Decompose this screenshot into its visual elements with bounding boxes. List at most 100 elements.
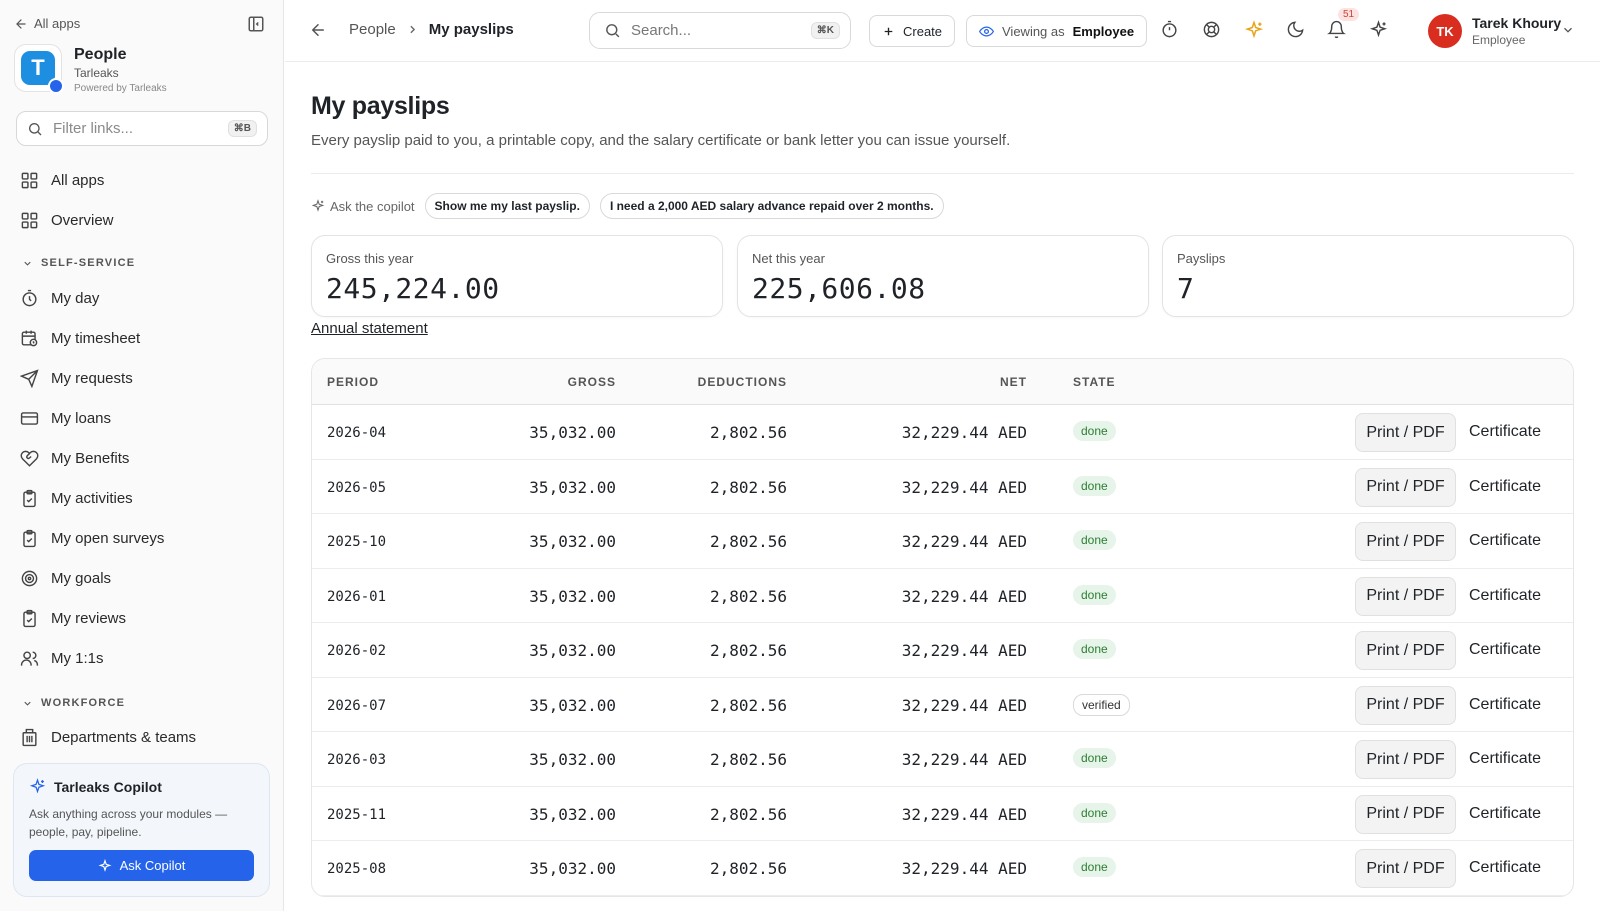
print-pdf-button[interactable]: Print / PDF — [1355, 631, 1456, 670]
cell-net: 32,229.44 AED — [901, 641, 1027, 660]
create-button[interactable]: Create — [869, 15, 956, 47]
status-badge: done — [1073, 421, 1116, 441]
breadcrumb: People My payslips — [349, 21, 514, 38]
column-gross[interactable]: GROSS — [550, 375, 616, 389]
notifications-button[interactable] — [1327, 20, 1349, 42]
table-row[interactable]: 2026-07 35,032.00 2,802.56 32,229.44 AED… — [312, 678, 1573, 732]
cell-period: 2026-07 — [327, 697, 387, 714]
nav-item-label: My day — [51, 289, 100, 307]
column-deductions[interactable]: DEDUCTIONS — [692, 375, 787, 389]
column-net[interactable]: NET — [972, 375, 1027, 389]
search-input[interactable]: Search... ⌘K — [589, 12, 851, 49]
cell-gross: 35,032.00 — [529, 477, 616, 497]
certificate-button[interactable]: Certificate — [1469, 805, 1541, 823]
certificate-button[interactable]: Certificate — [1469, 750, 1541, 768]
user-menu[interactable]: Tarek Khoury Employee — [1472, 15, 1561, 47]
status-badge: done — [1073, 639, 1116, 659]
help-button[interactable] — [1202, 20, 1224, 42]
back-to-all-apps-link[interactable]: All apps — [14, 16, 80, 31]
nav-item-my-requests[interactable]: My requests — [20, 366, 133, 390]
certificate-button[interactable]: Certificate — [1469, 587, 1541, 605]
cell-net: 32,229.44 AED — [901, 859, 1027, 878]
copilot-button[interactable] — [1369, 20, 1391, 42]
cell-gross: 35,032.00 — [529, 859, 616, 878]
filter-links-input[interactable]: Filter links... ⌘B — [16, 111, 268, 146]
cell-gross: 35,032.00 — [529, 804, 616, 824]
table-row[interactable]: 2025-08 35,032.00 2,802.56 32,229.44 AED… — [312, 841, 1573, 896]
cell-period: 2025-08 — [327, 861, 387, 877]
user-menu-toggle[interactable] — [1561, 23, 1575, 37]
certificate-button[interactable]: Certificate — [1469, 696, 1541, 714]
clipboard-check-icon — [23, 489, 36, 507]
table-row[interactable]: 2026-02 35,032.00 2,802.56 32,229.44 AED… — [312, 623, 1573, 678]
avatar[interactable]: TK — [1428, 14, 1462, 48]
section-workforce-toggle[interactable]: WORKFORCE — [22, 697, 125, 709]
viewing-as-button[interactable]: Viewing as Employee — [966, 15, 1148, 47]
copilot-card: Tarleaks Copilot Ask anything across you… — [13, 763, 270, 897]
ask-copilot-label: Ask Copilot — [119, 858, 186, 873]
nav-item-all-apps[interactable]: All apps — [20, 168, 104, 192]
nav-item-my-day[interactable]: My day — [20, 286, 99, 310]
status-badge: done — [1073, 857, 1116, 877]
table-row[interactable]: 2026-05 35,032.00 2,802.56 32,229.44 AED… — [312, 460, 1573, 514]
print-pdf-button[interactable]: Print / PDF — [1355, 685, 1456, 725]
suggestion-chip[interactable]: Show me my last payslip. — [424, 193, 590, 219]
print-pdf-button[interactable]: Print / PDF — [1355, 794, 1456, 834]
nav-item-my-reviews[interactable]: My reviews — [20, 606, 126, 630]
annual-statement-link[interactable]: Annual statement — [311, 320, 428, 337]
nav-item-my-benefits[interactable]: My Benefits — [20, 446, 129, 470]
cell-deductions: 2,802.56 — [709, 750, 787, 769]
ask-copilot-text: Ask the copilot — [330, 198, 415, 214]
status-badge: done — [1073, 530, 1116, 550]
certificate-button[interactable]: Certificate — [1469, 478, 1541, 496]
table-row[interactable]: 2025-10 35,032.00 2,802.56 32,229.44 AED… — [312, 514, 1573, 569]
table-row[interactable]: 2025-11 35,032.00 2,802.56 32,229.44 AED… — [312, 787, 1573, 841]
nav-item-my-timesheet[interactable]: My timesheet — [20, 326, 140, 350]
nav-item-my-open-surveys[interactable]: My open surveys — [20, 526, 164, 550]
collapse-sidebar-button[interactable] — [247, 15, 267, 35]
nav-item-my-activities[interactable]: My activities — [20, 486, 133, 510]
certificate-button[interactable]: Certificate — [1469, 532, 1541, 550]
section-self-service-toggle[interactable]: SELF-SERVICE — [22, 257, 135, 269]
app-name: People — [74, 46, 127, 63]
table-row[interactable]: 2026-03 35,032.00 2,802.56 32,229.44 AED… — [312, 732, 1573, 787]
print-pdf-button[interactable]: Print / PDF — [1355, 740, 1456, 779]
table-row[interactable]: 2026-04 35,032.00 2,802.56 32,229.44 AED… — [312, 405, 1573, 460]
nav-item-my-goals[interactable]: My goals — [20, 566, 111, 590]
certificate-button[interactable]: Certificate — [1469, 859, 1541, 877]
back-button[interactable] — [309, 21, 327, 39]
stat-value: 7 — [1177, 272, 1195, 305]
breadcrumb-people[interactable]: People — [349, 21, 396, 38]
print-pdf-button[interactable]: Print / PDF — [1355, 522, 1456, 561]
nav-item-overview[interactable]: Overview — [20, 208, 114, 232]
timer-button[interactable] — [1160, 20, 1182, 42]
certificate-button[interactable]: Certificate — [1469, 641, 1541, 659]
target-icon — [21, 570, 38, 586]
heart-handshake-icon — [20, 450, 39, 467]
table-row[interactable]: 2026-01 35,032.00 2,802.56 32,229.44 AED… — [312, 569, 1573, 623]
cell-deductions: 2,802.56 — [709, 695, 787, 715]
nav-item-my-1on1s[interactable]: My 1:1s — [20, 646, 104, 670]
print-pdf-button[interactable]: Print / PDF — [1355, 467, 1456, 507]
status-badge: done — [1073, 802, 1116, 823]
print-pdf-button[interactable]: Print / PDF — [1355, 413, 1456, 452]
nav-item-label: My 1:1s — [51, 649, 104, 667]
stat-label: Payslips — [1177, 251, 1226, 266]
certificate-button[interactable]: Certificate — [1469, 423, 1541, 441]
nav-item-my-loans[interactable]: My loans — [20, 406, 111, 430]
cell-net: 32,229.44 AED — [901, 532, 1027, 551]
arrow-left-icon — [311, 24, 324, 36]
nav-item-label: My timesheet — [51, 329, 141, 347]
nav-item-departments-teams[interactable]: Departments & teams — [20, 725, 196, 749]
payslips-table: PERIOD GROSS DEDUCTIONS NET STATE 2026-0… — [311, 358, 1574, 897]
ai-sparkle-button[interactable] — [1244, 20, 1266, 42]
chevron-right-icon — [410, 25, 415, 34]
ask-copilot-button[interactable]: Ask Copilot — [29, 850, 254, 881]
theme-toggle-button[interactable] — [1286, 20, 1308, 42]
column-period[interactable]: PERIOD — [327, 375, 379, 389]
print-pdf-button[interactable]: Print / PDF — [1355, 576, 1456, 616]
column-state[interactable]: STATE — [1073, 375, 1116, 389]
suggestion-chip[interactable]: I need a 2,000 AED salary advance repaid… — [599, 193, 944, 219]
cell-gross: 35,032.00 — [529, 423, 616, 442]
print-pdf-button[interactable]: Print / PDF — [1355, 849, 1456, 888]
